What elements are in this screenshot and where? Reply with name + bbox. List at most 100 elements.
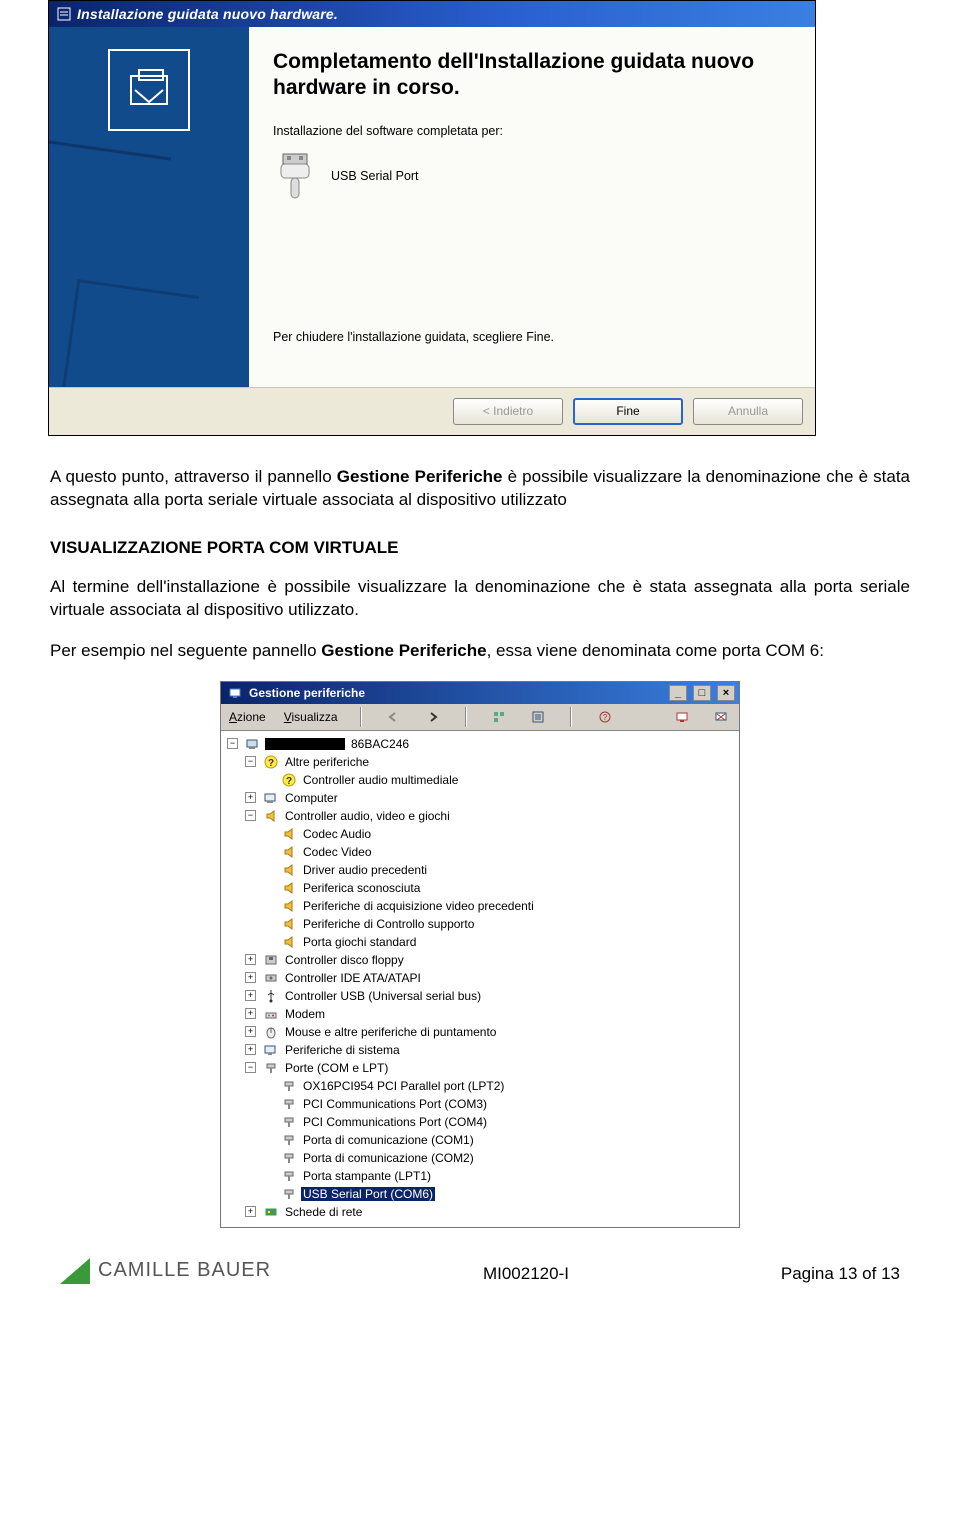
tree-node-label: OX16PCI954 PCI Parallel port (LPT2) bbox=[301, 1079, 506, 1093]
maximize-button[interactable]: □ bbox=[693, 685, 711, 701]
expand-icon[interactable]: + bbox=[245, 792, 256, 803]
expand-icon[interactable]: + bbox=[245, 990, 256, 1001]
tree-node[interactable]: − Controller audio, video e giochi bbox=[227, 807, 733, 825]
tree-node[interactable]: + Controller USB (Universal serial bus) bbox=[227, 987, 733, 1005]
back-button[interactable]: < Indietro bbox=[453, 398, 563, 425]
brand-logo: CAMILLE BAUER bbox=[60, 1258, 271, 1284]
hardware-wizard-dialog: Installazione guidata nuovo hardware. Co… bbox=[48, 0, 816, 436]
tree-node-label: Porta di comunicazione (COM2) bbox=[301, 1151, 476, 1165]
system-icon bbox=[263, 1042, 279, 1058]
tree-node[interactable]: ?Controller audio multimediale bbox=[227, 771, 733, 789]
tree-node-label: Controller disco floppy bbox=[283, 953, 406, 967]
tree-node[interactable]: + Schede di rete bbox=[227, 1203, 733, 1221]
question-icon: ? bbox=[263, 754, 279, 770]
tree-node-label: Controller audio, video e giochi bbox=[283, 809, 452, 823]
svg-text:?: ? bbox=[268, 758, 274, 769]
tree-node[interactable]: + Periferiche di sistema bbox=[227, 1041, 733, 1059]
mouse-icon bbox=[263, 1024, 279, 1040]
expand-icon[interactable]: + bbox=[245, 972, 256, 983]
tool-tree-icon[interactable] bbox=[489, 707, 510, 727]
port-icon bbox=[281, 1150, 297, 1166]
tree-node[interactable]: Porta giochi standard bbox=[227, 933, 733, 951]
tree-node[interactable]: Porta stampante (LPT1) bbox=[227, 1167, 733, 1185]
tree-node-label: Periferiche di Controllo supporto bbox=[301, 917, 476, 931]
tree-node-label: Porta di comunicazione (COM1) bbox=[301, 1133, 476, 1147]
root-label: 86BAC246 bbox=[349, 737, 411, 751]
tree-node[interactable]: + Mouse e altre periferiche di puntamento bbox=[227, 1023, 733, 1041]
wizard-heading: Completamento dell'Installazione guidata… bbox=[273, 49, 791, 102]
tree-root[interactable]: − 86BAC246 bbox=[227, 735, 733, 753]
tree-node[interactable]: +Modem bbox=[227, 1005, 733, 1023]
sound-icon bbox=[281, 898, 297, 914]
expand-icon[interactable]: + bbox=[245, 1206, 256, 1217]
root-redacted-prefix bbox=[265, 738, 345, 750]
expand-icon[interactable]: + bbox=[245, 1026, 256, 1037]
tree-node[interactable]: Periferiche di Controllo supporto bbox=[227, 915, 733, 933]
devmgr-tree[interactable]: − 86BAC246 −?Altre periferiche?Controlle… bbox=[221, 731, 739, 1227]
collapse-icon[interactable]: − bbox=[245, 810, 256, 821]
minimize-button[interactable]: _ bbox=[669, 685, 687, 701]
tree-node[interactable]: Periferica sconosciuta bbox=[227, 879, 733, 897]
tree-node[interactable]: +Controller IDE ATA/ATAPI bbox=[227, 969, 733, 987]
tree-node-label: Periferica sconosciuta bbox=[301, 881, 422, 895]
expand-icon[interactable]: + bbox=[245, 954, 256, 965]
devmgr-title-icon bbox=[227, 685, 243, 701]
computer-icon bbox=[245, 736, 261, 752]
tree-node-label: Codec Video bbox=[301, 845, 374, 859]
tree-node-label: Codec Audio bbox=[301, 827, 373, 841]
device-manager-window: Gestione periferiche _ □ × Azione Visual… bbox=[220, 681, 740, 1228]
wizard-side-icon bbox=[108, 49, 190, 131]
tree-node[interactable]: + Controller disco floppy bbox=[227, 951, 733, 969]
tree-node[interactable]: Porta di comunicazione (COM1) bbox=[227, 1131, 733, 1149]
tree-node[interactable]: OX16PCI954 PCI Parallel port (LPT2) bbox=[227, 1077, 733, 1095]
nav-forward-icon[interactable] bbox=[422, 707, 443, 727]
tree-node[interactable]: + Computer bbox=[227, 789, 733, 807]
tool-uninstall-icon[interactable] bbox=[710, 707, 731, 727]
menu-visualizza[interactable]: Visualizza bbox=[284, 710, 338, 724]
tree-node-label: Controller USB (Universal serial bus) bbox=[283, 989, 483, 1003]
tree-node-label: Controller audio multimediale bbox=[301, 773, 460, 787]
tree-node-label: Schede di rete bbox=[283, 1205, 364, 1219]
tree-node-label: USB Serial Port (COM6) bbox=[301, 1187, 435, 1201]
tree-node-label: Mouse e altre periferiche di puntamento bbox=[283, 1025, 498, 1039]
sound-icon bbox=[281, 826, 297, 842]
devmgr-title: Gestione periferiche bbox=[249, 686, 365, 700]
menu-azione[interactable]: Azione bbox=[229, 710, 266, 724]
tree-node-label: Periferiche di acquisizione video preced… bbox=[301, 899, 536, 913]
collapse-icon[interactable]: − bbox=[245, 1062, 256, 1073]
tree-node[interactable]: PCI Communications Port (COM4) bbox=[227, 1113, 733, 1131]
tree-node[interactable]: Periferiche di acquisizione video preced… bbox=[227, 897, 733, 915]
tree-node-label: Computer bbox=[283, 791, 340, 805]
tree-node[interactable]: Codec Video bbox=[227, 843, 733, 861]
wizard-footer: < Indietro Fine Annulla bbox=[49, 387, 815, 435]
tool-monitor-icon[interactable] bbox=[672, 707, 693, 727]
expand-icon[interactable]: − bbox=[227, 738, 238, 749]
logo-triangle-icon bbox=[60, 1258, 90, 1284]
cancel-button[interactable]: Annulla bbox=[693, 398, 803, 425]
tree-node[interactable]: −?Altre periferiche bbox=[227, 753, 733, 771]
port-icon bbox=[281, 1114, 297, 1130]
finish-button[interactable]: Fine bbox=[573, 398, 683, 425]
tree-node[interactable]: PCI Communications Port (COM3) bbox=[227, 1095, 733, 1113]
sound-icon bbox=[281, 934, 297, 950]
modem-icon bbox=[263, 1006, 279, 1022]
expand-icon[interactable]: + bbox=[245, 1008, 256, 1019]
computer-icon bbox=[263, 790, 279, 806]
wizard-device-row: USB Serial Port bbox=[273, 152, 791, 200]
tree-node[interactable]: −Porte (COM e LPT) bbox=[227, 1059, 733, 1077]
tool-properties-icon[interactable] bbox=[528, 707, 549, 727]
close-button[interactable]: × bbox=[717, 685, 735, 701]
nav-back-icon[interactable] bbox=[384, 707, 405, 727]
paragraph-3: Per esempio nel seguente pannello Gestio… bbox=[50, 640, 910, 663]
doc-id: MI002120-I bbox=[483, 1264, 569, 1284]
collapse-icon[interactable]: − bbox=[245, 756, 256, 767]
tree-node[interactable]: Codec Audio bbox=[227, 825, 733, 843]
tree-node-label: Periferiche di sistema bbox=[283, 1043, 402, 1057]
wizard-titlebar-icon bbox=[57, 7, 71, 21]
sound-icon bbox=[281, 880, 297, 896]
tree-node[interactable]: USB Serial Port (COM6) bbox=[227, 1185, 733, 1203]
tree-node[interactable]: Driver audio precedenti bbox=[227, 861, 733, 879]
expand-icon[interactable]: + bbox=[245, 1044, 256, 1055]
tool-help-icon[interactable]: ? bbox=[594, 707, 615, 727]
tree-node[interactable]: Porta di comunicazione (COM2) bbox=[227, 1149, 733, 1167]
